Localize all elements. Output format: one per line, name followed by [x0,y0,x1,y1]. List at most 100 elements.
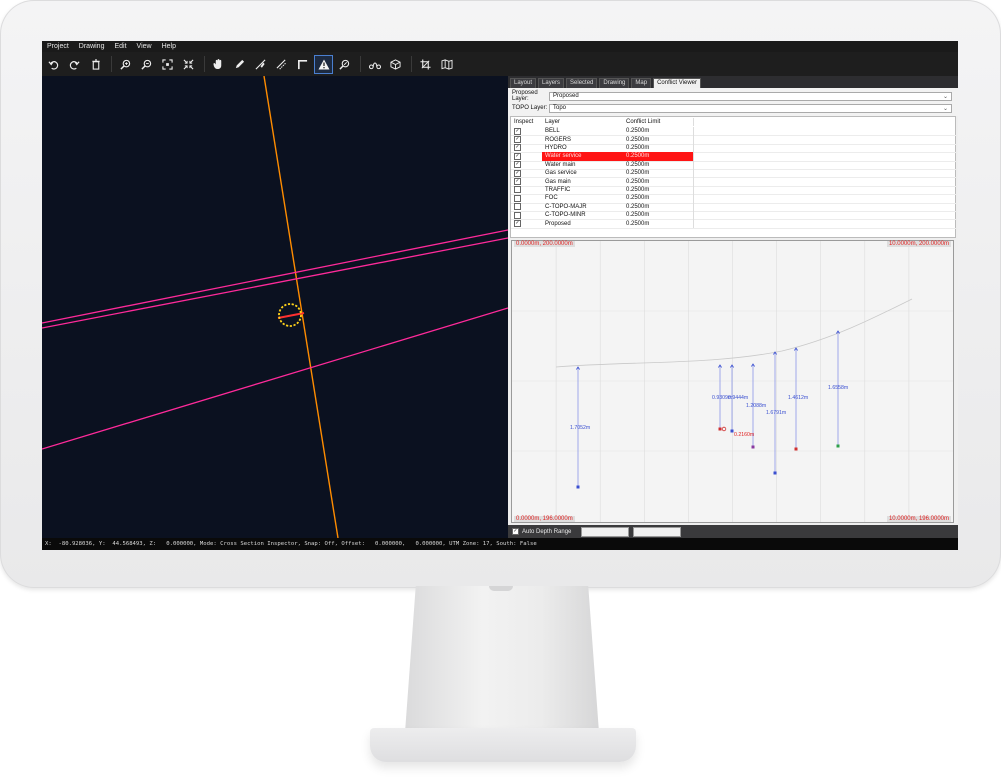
topo-layer-label: TOPO Layer: [512,105,548,111]
inspect-checkbox[interactable]: ✓ [514,144,521,152]
inspect-cell: ✓ [511,169,542,177]
pan-hand-icon[interactable] [209,55,228,74]
monitor-chin-notch [489,586,513,591]
table-row[interactable]: ✓ Proposed 0.2500m [511,219,957,229]
menu-bar: Project Drawing Edit View Help [42,41,958,52]
inspect-checkbox[interactable]: ✓ [514,169,521,177]
proposed-layer-value: Proposed [553,93,579,99]
auto-depth-checkbox[interactable]: ✓ [512,528,519,535]
utility-marker[interactable] [794,447,798,451]
pipe-line-upper[interactable] [42,229,509,324]
inspect-cell: ✓ [511,220,542,228]
inspect-checkbox[interactable]: ✓ [514,152,521,160]
depth-max-input[interactable] [633,526,682,537]
ground-profile [555,298,913,368]
warning-icon[interactable] [314,54,333,74]
utility-marker[interactable] [773,471,777,475]
menu-view[interactable]: View [132,43,157,50]
layer-cell: Gas main [545,178,571,185]
corner-bottom-left: 0.0000m, 196.0000m [514,516,575,522]
pipe-line-lower[interactable] [42,237,509,329]
limit-cell: 0.2500m [611,185,694,195]
conflict-point[interactable] [721,426,727,432]
depth-min-input[interactable] [581,526,630,537]
grid-header: Inspect Layer Conflict Limit [511,118,957,127]
layer-cell: BELL [545,128,560,135]
corner-top-right: 10.0000m, 200.0000m [886,241,951,247]
inspect-checkbox[interactable] [514,203,521,211]
zoom-extents-icon[interactable] [158,55,177,74]
depth-label: 1.4612m [788,395,808,401]
menu-help[interactable]: Help [157,43,181,50]
road-centerline[interactable] [263,75,339,539]
header-conflict-limit[interactable]: Conflict Limit [611,118,694,127]
edit-line-icon[interactable] [251,55,270,74]
layer-cell: ROGERS [545,136,572,143]
inspect-checkbox[interactable] [514,194,521,202]
corner-bottom-right: 10.0000m, 196.0000m [886,516,951,522]
inspect-checkbox[interactable]: ✓ [514,161,521,169]
tab-conflict-viewer[interactable]: Conflict Viewer [653,78,701,88]
utility-marker[interactable] [836,444,840,448]
pencil-icon[interactable] [230,55,249,74]
map-canvas[interactable] [42,75,509,539]
delete-icon[interactable] [86,55,105,74]
inspect-cell: ✓ [511,144,542,152]
utility-marker[interactable] [751,445,755,449]
tab-map[interactable]: Map [631,78,652,88]
utility-marker[interactable] [718,427,722,431]
topo-layer-select[interactable]: Topo ⌄ [549,103,952,113]
crop-icon[interactable] [416,55,435,74]
chevron-down-icon: ⌄ [942,105,948,112]
inspect-checkbox[interactable] [514,211,521,219]
layer-cell: C-TOPO-MAJR [545,203,587,210]
inspect-checkbox[interactable]: ✓ [514,220,521,228]
inspect-cell [511,186,542,194]
proposed-layer-select[interactable]: Proposed ⌄ [549,91,952,101]
inspect-cell [511,203,542,211]
app-screen: Project Drawing Edit View Help Layout La… [42,41,958,550]
toolbar-separator [204,56,205,72]
menu-edit[interactable]: Edit [109,43,131,50]
conflict-depth-label: 0.2160m [734,432,754,438]
inspect-checkbox[interactable]: ✓ [514,178,521,186]
tab-drawing[interactable]: Drawing [599,78,630,88]
limit-cell: 0.2500m [611,211,694,220]
map-book-icon[interactable] [437,55,456,74]
draw-line-icon[interactable] [272,55,291,74]
corner-top-left: 0.0000m, 200.0000m [514,241,575,247]
depth-label: 1.6791m [766,410,786,416]
cross-section-controls: ✓ Auto Depth Range [508,525,958,538]
inspect-cell [511,194,542,202]
undo-icon[interactable] [44,55,63,74]
redo-icon[interactable] [65,55,84,74]
zoom-out-icon[interactable] [137,55,156,74]
cross-section-view[interactable]: 1.7052m 0.9309m 0.9444m 1.2088m 1.6791m 1.461… [511,240,954,523]
tab-selected[interactable]: Selected [566,78,598,88]
inspect-cell: ✓ [511,152,542,160]
header-inspect[interactable]: Inspect [511,119,542,125]
menu-drawing[interactable]: Drawing [74,43,110,50]
route-icon[interactable] [365,55,384,74]
cube-icon[interactable] [386,55,405,74]
toolbar-separator [411,56,412,72]
toolbar-separator [360,56,361,72]
inspect-checkbox[interactable]: ✓ [514,136,521,144]
inspect-icon[interactable] [335,55,354,74]
zoom-fit-icon[interactable] [179,55,198,74]
zoom-in-icon[interactable] [116,55,135,74]
inspect-checkbox[interactable]: ✓ [514,127,521,135]
inspect-checkbox[interactable] [514,186,521,194]
layer-cell: C-TOPO-MINR [545,212,586,219]
cross-section-utilities: 1.7052m0.9309m0.9444m1.2088m1.6791m1.461… [570,330,848,489]
pipe-line-south[interactable] [42,307,509,450]
tab-layers[interactable]: Layers [538,78,565,88]
header-layer[interactable]: Layer [542,118,611,126]
tab-layout[interactable]: Layout [510,78,537,88]
layer-selection-form: Proposed Layer: Proposed ⌄ TOPO Layer: T… [508,88,958,116]
corner-icon[interactable] [293,55,312,74]
utility-marker[interactable] [576,485,580,489]
conflict-layer-grid: Inspect Layer Conflict Limit ✓ BELL 0.2500… [510,116,957,238]
limit-cell: 0.2500m [611,152,694,161]
menu-project[interactable]: Project [42,43,74,50]
